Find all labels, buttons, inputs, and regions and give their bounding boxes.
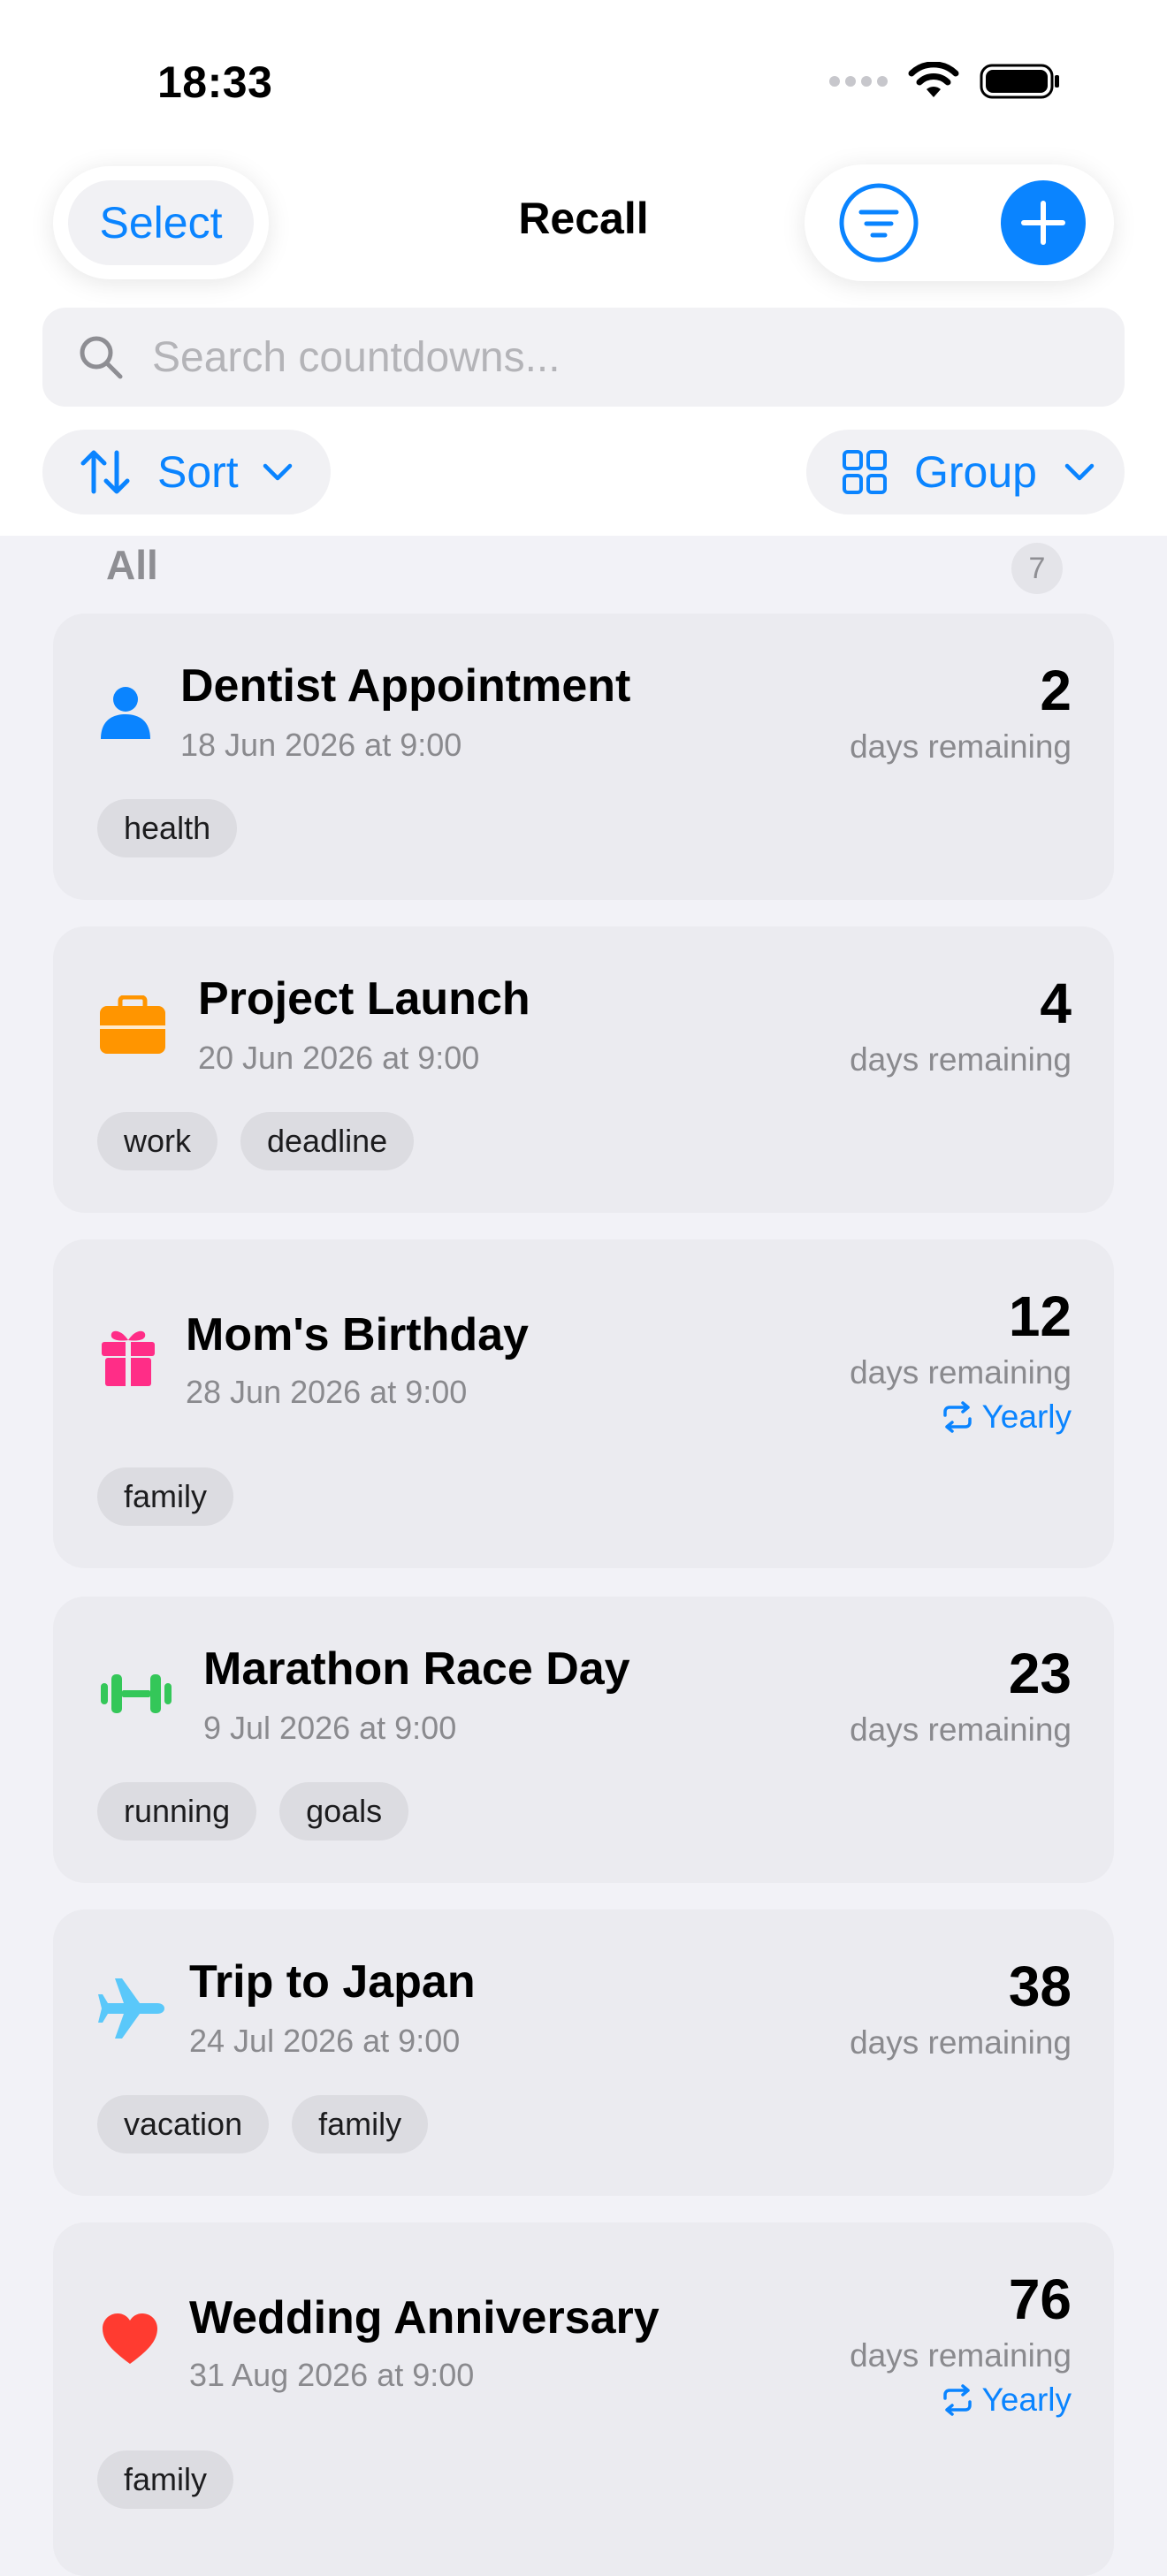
repeat-indicator: Yearly	[940, 1399, 1072, 1436]
sort-label: Sort	[157, 447, 239, 497]
tag-chip: family	[292, 2095, 429, 2153]
search-icon	[80, 336, 123, 379]
tag-chip: goals	[279, 1782, 409, 1841]
countdown-title: Project Launch	[198, 973, 530, 1025]
days-remaining-label: days remaining	[850, 1354, 1072, 1391]
countdown-card[interactable]: Dentist Appointment 18 Jun 2026 at 9:00 …	[53, 614, 1114, 900]
countdown-card[interactable]: Trip to Japan 24 Jul 2026 at 9:00 38 day…	[53, 1909, 1114, 2196]
days-remaining-label: days remaining	[850, 2337, 1072, 2374]
days-count: 76	[1008, 2267, 1072, 2331]
battery-icon	[980, 64, 1059, 99]
filter-lines-circle-icon[interactable]	[836, 180, 921, 265]
person-icon	[101, 687, 150, 739]
countdown-card[interactable]: Wedding Anniversary 31 Aug 2026 at 9:00 …	[53, 2222, 1114, 2576]
countdown-title: Trip to Japan	[189, 1956, 476, 2008]
repeat-icon	[942, 2384, 972, 2416]
countdown-card[interactable]: Marathon Race Day 9 Jul 2026 at 9:00 23 …	[53, 1597, 1114, 1883]
countdown-title: Wedding Anniversary	[189, 2292, 660, 2344]
days-count: 23	[1008, 1642, 1072, 1705]
days-count: 12	[1008, 1284, 1072, 1348]
countdown-date: 20 Jun 2026 at 9:00	[198, 1040, 480, 1076]
briefcase-icon	[100, 995, 165, 1054]
countdown-date: 28 Jun 2026 at 9:00	[186, 1374, 468, 1410]
countdown-card[interactable]: Mom's Birthday 28 Jun 2026 at 9:00 12 da…	[53, 1239, 1114, 1568]
tag-list: running goals	[97, 1782, 409, 1841]
tag-list: vacation family	[97, 2095, 429, 2153]
wifi-icon	[908, 62, 959, 97]
repeat-label: Yearly	[981, 1399, 1072, 1435]
tag-list: family	[97, 2450, 234, 2509]
search-input[interactable]	[150, 332, 1038, 383]
heart-icon	[103, 2313, 157, 2364]
countdown-date: 31 Aug 2026 at 9:00	[189, 2357, 475, 2393]
section-title: All	[106, 542, 158, 588]
repeat-icon	[942, 1401, 972, 1433]
airplane-icon	[98, 1978, 164, 2039]
tag-list: work deadline	[97, 1112, 415, 1170]
chevron-down-icon	[263, 463, 292, 481]
tag-chip: work	[97, 1112, 218, 1170]
tag-list: health	[97, 799, 238, 857]
status-time: 18:33	[157, 57, 273, 107]
plus-icon	[1021, 201, 1065, 245]
days-count: 2	[1040, 659, 1072, 722]
days-remaining-label: days remaining	[850, 728, 1072, 765]
days-count: 4	[1040, 972, 1072, 1035]
sort-button[interactable]: Sort	[42, 430, 331, 514]
tag-chip: running	[97, 1782, 257, 1841]
chevron-down-icon	[1064, 463, 1095, 481]
top-bar: 18:33 Select Recall Search countdowns...…	[0, 0, 1167, 536]
tag-list: family	[97, 1467, 234, 1526]
countdown-title: Mom's Birthday	[186, 1309, 529, 1360]
gift-icon	[102, 1330, 155, 1386]
days-remaining-label: days remaining	[850, 1711, 1072, 1748]
days-count: 38	[1008, 1955, 1072, 2018]
countdown-title: Dentist Appointment	[180, 660, 631, 712]
nav-actions	[805, 164, 1114, 281]
tag-chip: health	[97, 799, 238, 857]
sort-arrows-icon	[80, 450, 130, 494]
tag-chip: vacation	[97, 2095, 270, 2153]
dumbbell-icon	[101, 1674, 172, 1713]
group-button[interactable]: Group	[806, 430, 1125, 514]
days-remaining-label: days remaining	[850, 1041, 1072, 1078]
tag-chip: family	[97, 1467, 234, 1526]
group-label: Group	[914, 447, 1037, 497]
countdown-date: 24 Jul 2026 at 9:00	[189, 2023, 461, 2059]
repeat-label: Yearly	[981, 2382, 1072, 2418]
count-badge: 7	[1011, 543, 1063, 594]
status-indicators	[829, 62, 1061, 101]
tag-chip: deadline	[240, 1112, 415, 1170]
countdown-title: Marathon Race Day	[203, 1643, 630, 1695]
search-bar	[42, 308, 1125, 407]
countdown-card[interactable]: Project Launch 20 Jun 2026 at 9:00 4 day…	[53, 926, 1114, 1213]
countdown-date: 18 Jun 2026 at 9:00	[180, 727, 462, 763]
grid-icon	[843, 450, 887, 494]
add-countdown-button[interactable]	[1001, 180, 1086, 265]
days-remaining-label: days remaining	[850, 2024, 1072, 2061]
repeat-indicator: Yearly	[940, 2382, 1072, 2419]
cellular-signal-icon	[829, 76, 888, 87]
countdown-date: 9 Jul 2026 at 9:00	[203, 1710, 457, 1746]
tag-chip: family	[97, 2450, 234, 2509]
